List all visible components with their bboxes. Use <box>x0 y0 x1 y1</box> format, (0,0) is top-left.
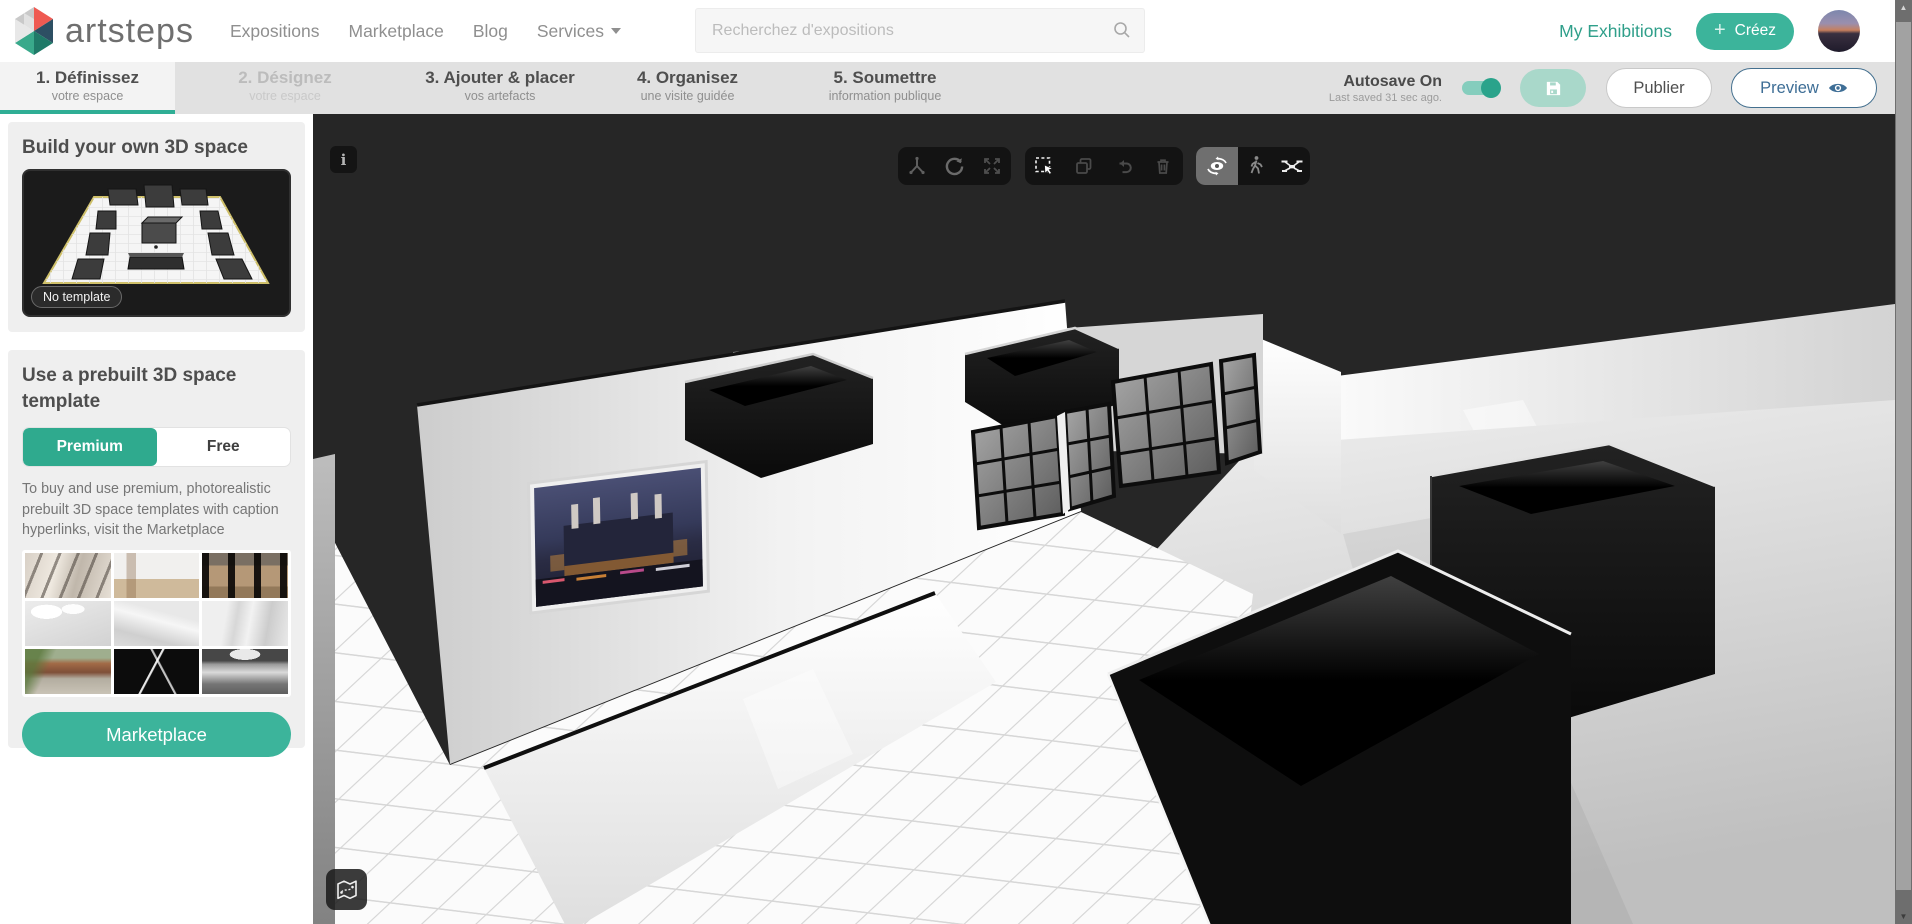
steps-actions: Autosave On Last saved 31 sec ago. Publi… <box>1329 62 1895 114</box>
map-icon <box>335 878 359 902</box>
step-2-designez[interactable]: 2. Désignez votre espace <box>175 62 395 114</box>
step-4-organisez[interactable]: 4. Organisez une visite guidée <box>605 62 770 114</box>
nav-expositions[interactable]: Expositions <box>230 21 320 42</box>
header: artsteps Expositions Marketplace Blog Se… <box>0 0 1895 62</box>
template-thumb-brick-house-yard[interactable] <box>25 649 111 694</box>
scene-3d <box>313 114 1895 924</box>
toolbar-transform-group <box>898 147 1011 185</box>
eye-icon <box>1828 81 1848 95</box>
premium-description: To buy and use premium, photorealistic p… <box>22 479 291 540</box>
walk-view-button[interactable] <box>1238 147 1274 185</box>
nav-blog[interactable]: Blog <box>473 21 508 42</box>
build-own-space-card: Build your own 3D space <box>8 122 305 332</box>
minimap-button[interactable] <box>326 869 367 910</box>
toggle-knob <box>1481 78 1501 98</box>
autosave-toggle[interactable] <box>1462 81 1498 95</box>
main-nav: Expositions Marketplace Blog Services <box>230 0 621 62</box>
template-thumb-dark-led-ceiling-room[interactable] <box>114 649 200 694</box>
nav-services[interactable]: Services <box>537 21 621 42</box>
scrollbar-down-arrow[interactable]: ▼ <box>1895 912 1912 921</box>
scene-left-wall-strip <box>313 454 335 924</box>
publish-button[interactable]: Publier <box>1606 68 1712 108</box>
autosave-block: Autosave On Last saved 31 sec ago. <box>1329 73 1442 104</box>
no-template-preview[interactable]: No template <box>22 169 291 317</box>
page-scrollbar[interactable]: ▲ ▼ <box>1895 0 1912 924</box>
template-thumb-dark-pillars-hall[interactable] <box>202 553 288 598</box>
sidebar: Build your own 3D space <box>0 114 313 924</box>
step-1-definissez[interactable]: 1. Définissez votre espace <box>0 62 175 114</box>
toolbar-view-group <box>1196 147 1310 185</box>
my-exhibitions-link[interactable]: My Exhibitions <box>1559 21 1672 42</box>
plus-icon: + <box>1714 20 1726 40</box>
editor-3d-canvas[interactable]: i <box>313 114 1895 924</box>
search-icon <box>1112 20 1132 40</box>
autosave-label: Autosave On <box>1329 73 1442 91</box>
no-template-badge: No template <box>31 286 122 308</box>
save-floppy-icon <box>1544 79 1563 98</box>
avatar[interactable] <box>1818 10 1860 52</box>
autosave-status: Last saved 31 sec ago. <box>1329 92 1442 104</box>
undo-tool-button[interactable] <box>1109 151 1139 181</box>
logo-wordmark: artsteps <box>65 12 194 51</box>
scale-tool-button[interactable] <box>977 151 1007 181</box>
marketplace-button[interactable]: Marketplace <box>22 712 291 757</box>
step-5-soumettre[interactable]: 5. Soumettre information publique <box>770 62 1000 114</box>
duplicate-tool-button[interactable] <box>1069 151 1099 181</box>
toolbar-edit-group <box>1025 147 1183 185</box>
template-thumbnails <box>22 550 291 697</box>
header-right: My Exhibitions + Créez <box>1559 0 1860 62</box>
prebuilt-template-card: Use a prebuilt 3D space template Premium… <box>8 350 305 748</box>
prebuilt-section-title: Use a prebuilt 3D space template <box>22 363 291 414</box>
save-button[interactable] <box>1520 69 1586 107</box>
delete-tool-button[interactable] <box>1148 151 1178 181</box>
template-thumb-organic-white-room[interactable] <box>25 601 111 646</box>
step-3-ajouter-placer[interactable]: 3. Ajouter & placer vos artefacts <box>395 62 605 114</box>
orbit-view-button[interactable] <box>1196 147 1238 185</box>
chevron-down-icon <box>611 28 621 34</box>
preview-button[interactable]: Preview <box>1731 68 1877 108</box>
template-type-tabs: Premium Free <box>22 427 291 467</box>
scrollbar-thumb[interactable] <box>1896 22 1911 890</box>
template-thumb-industrial-grey-hall[interactable] <box>202 649 288 694</box>
artsteps-logo[interactable]: artsteps <box>12 6 194 56</box>
scrollbar-up-arrow[interactable]: ▲ <box>1895 3 1912 12</box>
template-thumb-white-attic-gallery[interactable] <box>114 601 200 646</box>
drone-view-button[interactable] <box>1274 147 1310 185</box>
create-button[interactable]: + Créez <box>1696 13 1794 50</box>
tab-free[interactable]: Free <box>157 428 291 466</box>
template-thumb-white-hall-wood-floor[interactable] <box>114 553 200 598</box>
build-section-title: Build your own 3D space <box>22 135 291 161</box>
artwork-battersea[interactable] <box>527 460 710 615</box>
template-thumb-white-partition-room[interactable] <box>202 601 288 646</box>
search-input[interactable] <box>695 8 1145 53</box>
template-thumb-warm-gallery-beams[interactable] <box>25 553 111 598</box>
info-button[interactable]: i <box>330 146 357 173</box>
rotate-tool-button[interactable] <box>939 151 969 181</box>
tab-premium[interactable]: Premium <box>23 428 157 466</box>
nav-marketplace[interactable]: Marketplace <box>349 21 444 42</box>
select-tool-button[interactable] <box>1030 151 1060 181</box>
move-tool-button[interactable] <box>902 151 932 181</box>
search-box <box>695 8 1145 53</box>
artsteps-cube-icon <box>12 6 56 56</box>
